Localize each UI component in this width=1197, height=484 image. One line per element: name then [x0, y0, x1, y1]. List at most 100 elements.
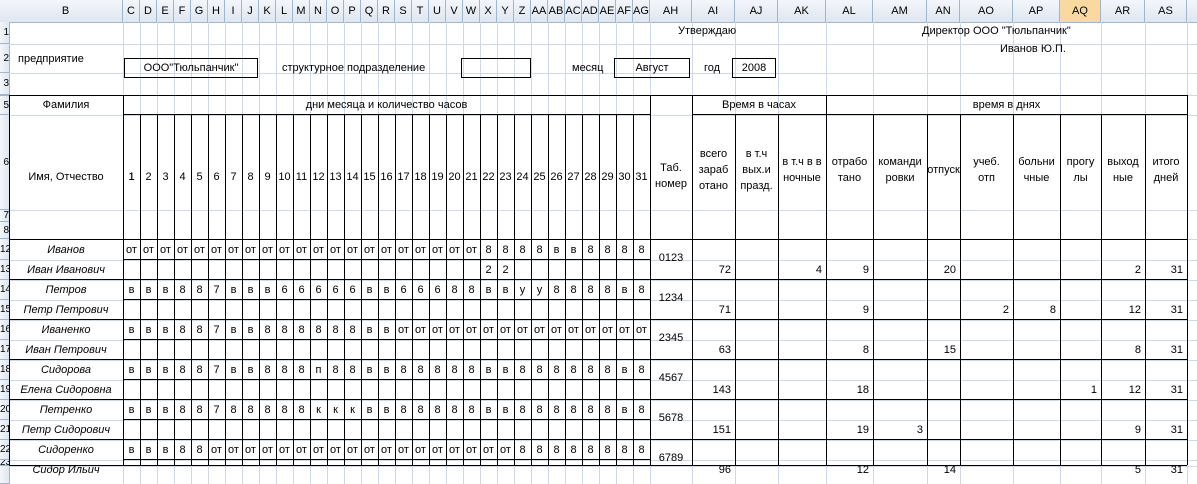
row-header-5[interactable]: 5: [0, 96, 9, 115]
employee-name: Иван Иванович: [27, 264, 105, 276]
enterprise-field[interactable]: ООО"Тюльпанчик": [124, 58, 258, 78]
column-header-q[interactable]: Q: [361, 0, 378, 22]
column-header-aa[interactable]: AA: [531, 0, 548, 22]
day-cell: от: [602, 324, 613, 336]
row-header-11[interactable]: 14: [0, 280, 9, 300]
column-header-o[interactable]: O: [327, 0, 344, 22]
day-cell: в: [553, 244, 560, 256]
row-header-16[interactable]: 19: [0, 380, 9, 400]
table-border-name: [123, 95, 124, 465]
day-cell: 8: [604, 284, 611, 296]
total-hours-header-3: отано: [698, 180, 729, 192]
row-header-13[interactable]: 16: [0, 320, 9, 340]
day-cell: в: [128, 404, 135, 416]
column-header-e[interactable]: E: [157, 0, 174, 22]
column-header-h[interactable]: H: [208, 0, 225, 22]
days-summary-header: время в днях: [972, 99, 1041, 111]
column-header-ae[interactable]: AE: [599, 0, 616, 22]
day-cell: от: [279, 444, 290, 456]
day-cell: 8: [230, 404, 237, 416]
column-header-ai[interactable]: AI: [692, 0, 735, 22]
column-header-f[interactable]: F: [174, 0, 191, 22]
gridline-h: [9, 115, 1197, 116]
column-header-ah[interactable]: AH: [650, 0, 692, 22]
vacation-value: 14: [943, 464, 956, 476]
year-field[interactable]: 2008: [732, 58, 776, 78]
day-column-line: [174, 114, 175, 465]
day-cell: от: [432, 324, 443, 336]
row-header-21[interactable]: [0, 466, 9, 484]
row-header-14[interactable]: 17: [0, 340, 9, 360]
column-header-p[interactable]: P: [344, 0, 361, 22]
column-header-ap[interactable]: AP: [1013, 0, 1060, 22]
day-cell: от: [262, 244, 273, 256]
row-header-3[interactable]: 3: [0, 73, 9, 95]
row-header-10[interactable]: 13: [0, 260, 9, 280]
row-header-7[interactable]: 7: [0, 210, 9, 222]
row-header-17[interactable]: 20: [0, 400, 9, 420]
column-header-ac[interactable]: AC: [565, 0, 582, 22]
column-header-y[interactable]: Y: [497, 0, 514, 22]
row-header-15[interactable]: 18: [0, 360, 9, 380]
column-header-t[interactable]: T: [412, 0, 429, 22]
column-header-c[interactable]: C: [123, 0, 140, 22]
column-header-i[interactable]: I: [225, 0, 242, 22]
division-field[interactable]: [461, 58, 531, 78]
column-header-u[interactable]: U: [429, 0, 446, 22]
column-header-x[interactable]: X: [480, 0, 497, 22]
column-header-m[interactable]: M: [293, 0, 310, 22]
column-header-af[interactable]: AF: [616, 0, 633, 22]
row-header-9[interactable]: 12: [0, 239, 9, 260]
day-column-line: [514, 114, 515, 465]
column-header-ak[interactable]: AK: [778, 0, 826, 22]
column-header-aj[interactable]: AJ: [735, 0, 778, 22]
day-cell: 8: [519, 404, 526, 416]
row-header-19[interactable]: 22: [0, 440, 9, 460]
day-1-header: 1: [128, 171, 135, 183]
column-header-n[interactable]: N: [310, 0, 327, 22]
column-header-d[interactable]: D: [140, 0, 157, 22]
director-name: Иванов Ю.П.: [1000, 43, 1066, 55]
column-header-v[interactable]: V: [446, 0, 463, 22]
day-cell: 8: [281, 404, 288, 416]
weekend-header-1: выход: [1107, 156, 1139, 168]
total-hours-header-1: всего: [699, 148, 728, 160]
spreadsheet[interactable]: B C D E F G H I J K L M N O P Q R S T U V W X Y Z AA AB AC AD AE AF AG A…: [0, 0, 1197, 484]
column-header-r[interactable]: R: [378, 0, 395, 22]
day-column-line: [378, 114, 379, 465]
column-header-al[interactable]: AL: [826, 0, 873, 22]
column-header-am[interactable]: AM: [873, 0, 927, 22]
row-header-6[interactable]: 6: [0, 115, 9, 210]
day-cell: 8: [536, 404, 543, 416]
weekend-value: 8: [1134, 344, 1141, 356]
column-header-s[interactable]: S: [395, 0, 412, 22]
column-header-an[interactable]: AN: [927, 0, 960, 22]
day-cell: от: [143, 244, 154, 256]
column-header-ar[interactable]: AR: [1101, 0, 1145, 22]
column-header-ad[interactable]: AD: [582, 0, 599, 22]
row-header-18[interactable]: 21: [0, 420, 9, 440]
column-header-g[interactable]: G: [191, 0, 208, 22]
column-header-aq[interactable]: AQ: [1060, 0, 1101, 22]
column-header-z[interactable]: Z: [514, 0, 531, 22]
column-header-j[interactable]: J: [242, 0, 259, 22]
row-header-12[interactable]: 15: [0, 300, 9, 320]
column-header-ab[interactable]: AB: [548, 0, 565, 22]
month-field[interactable]: Август: [614, 58, 690, 78]
row-header-1[interactable]: 1: [0, 22, 9, 44]
row-header-8[interactable]: 8: [0, 222, 9, 239]
column-header-ao[interactable]: AO: [960, 0, 1013, 22]
day-cell: 8: [298, 404, 305, 416]
day-cell: от: [483, 324, 494, 336]
column-header-ag[interactable]: AG: [633, 0, 650, 22]
column-header-w[interactable]: W: [463, 0, 480, 22]
day-column-line: [531, 114, 532, 465]
absence-header-1: прогу: [1066, 156, 1095, 168]
column-header-l[interactable]: L: [276, 0, 293, 22]
row-header-2[interactable]: 2: [0, 44, 9, 73]
employee-surname: Иваненко: [41, 324, 91, 336]
day-cell: у: [519, 284, 526, 296]
column-header-b[interactable]: B: [9, 0, 123, 22]
column-header-as[interactable]: AS: [1145, 0, 1187, 22]
column-header-k[interactable]: K: [259, 0, 276, 22]
